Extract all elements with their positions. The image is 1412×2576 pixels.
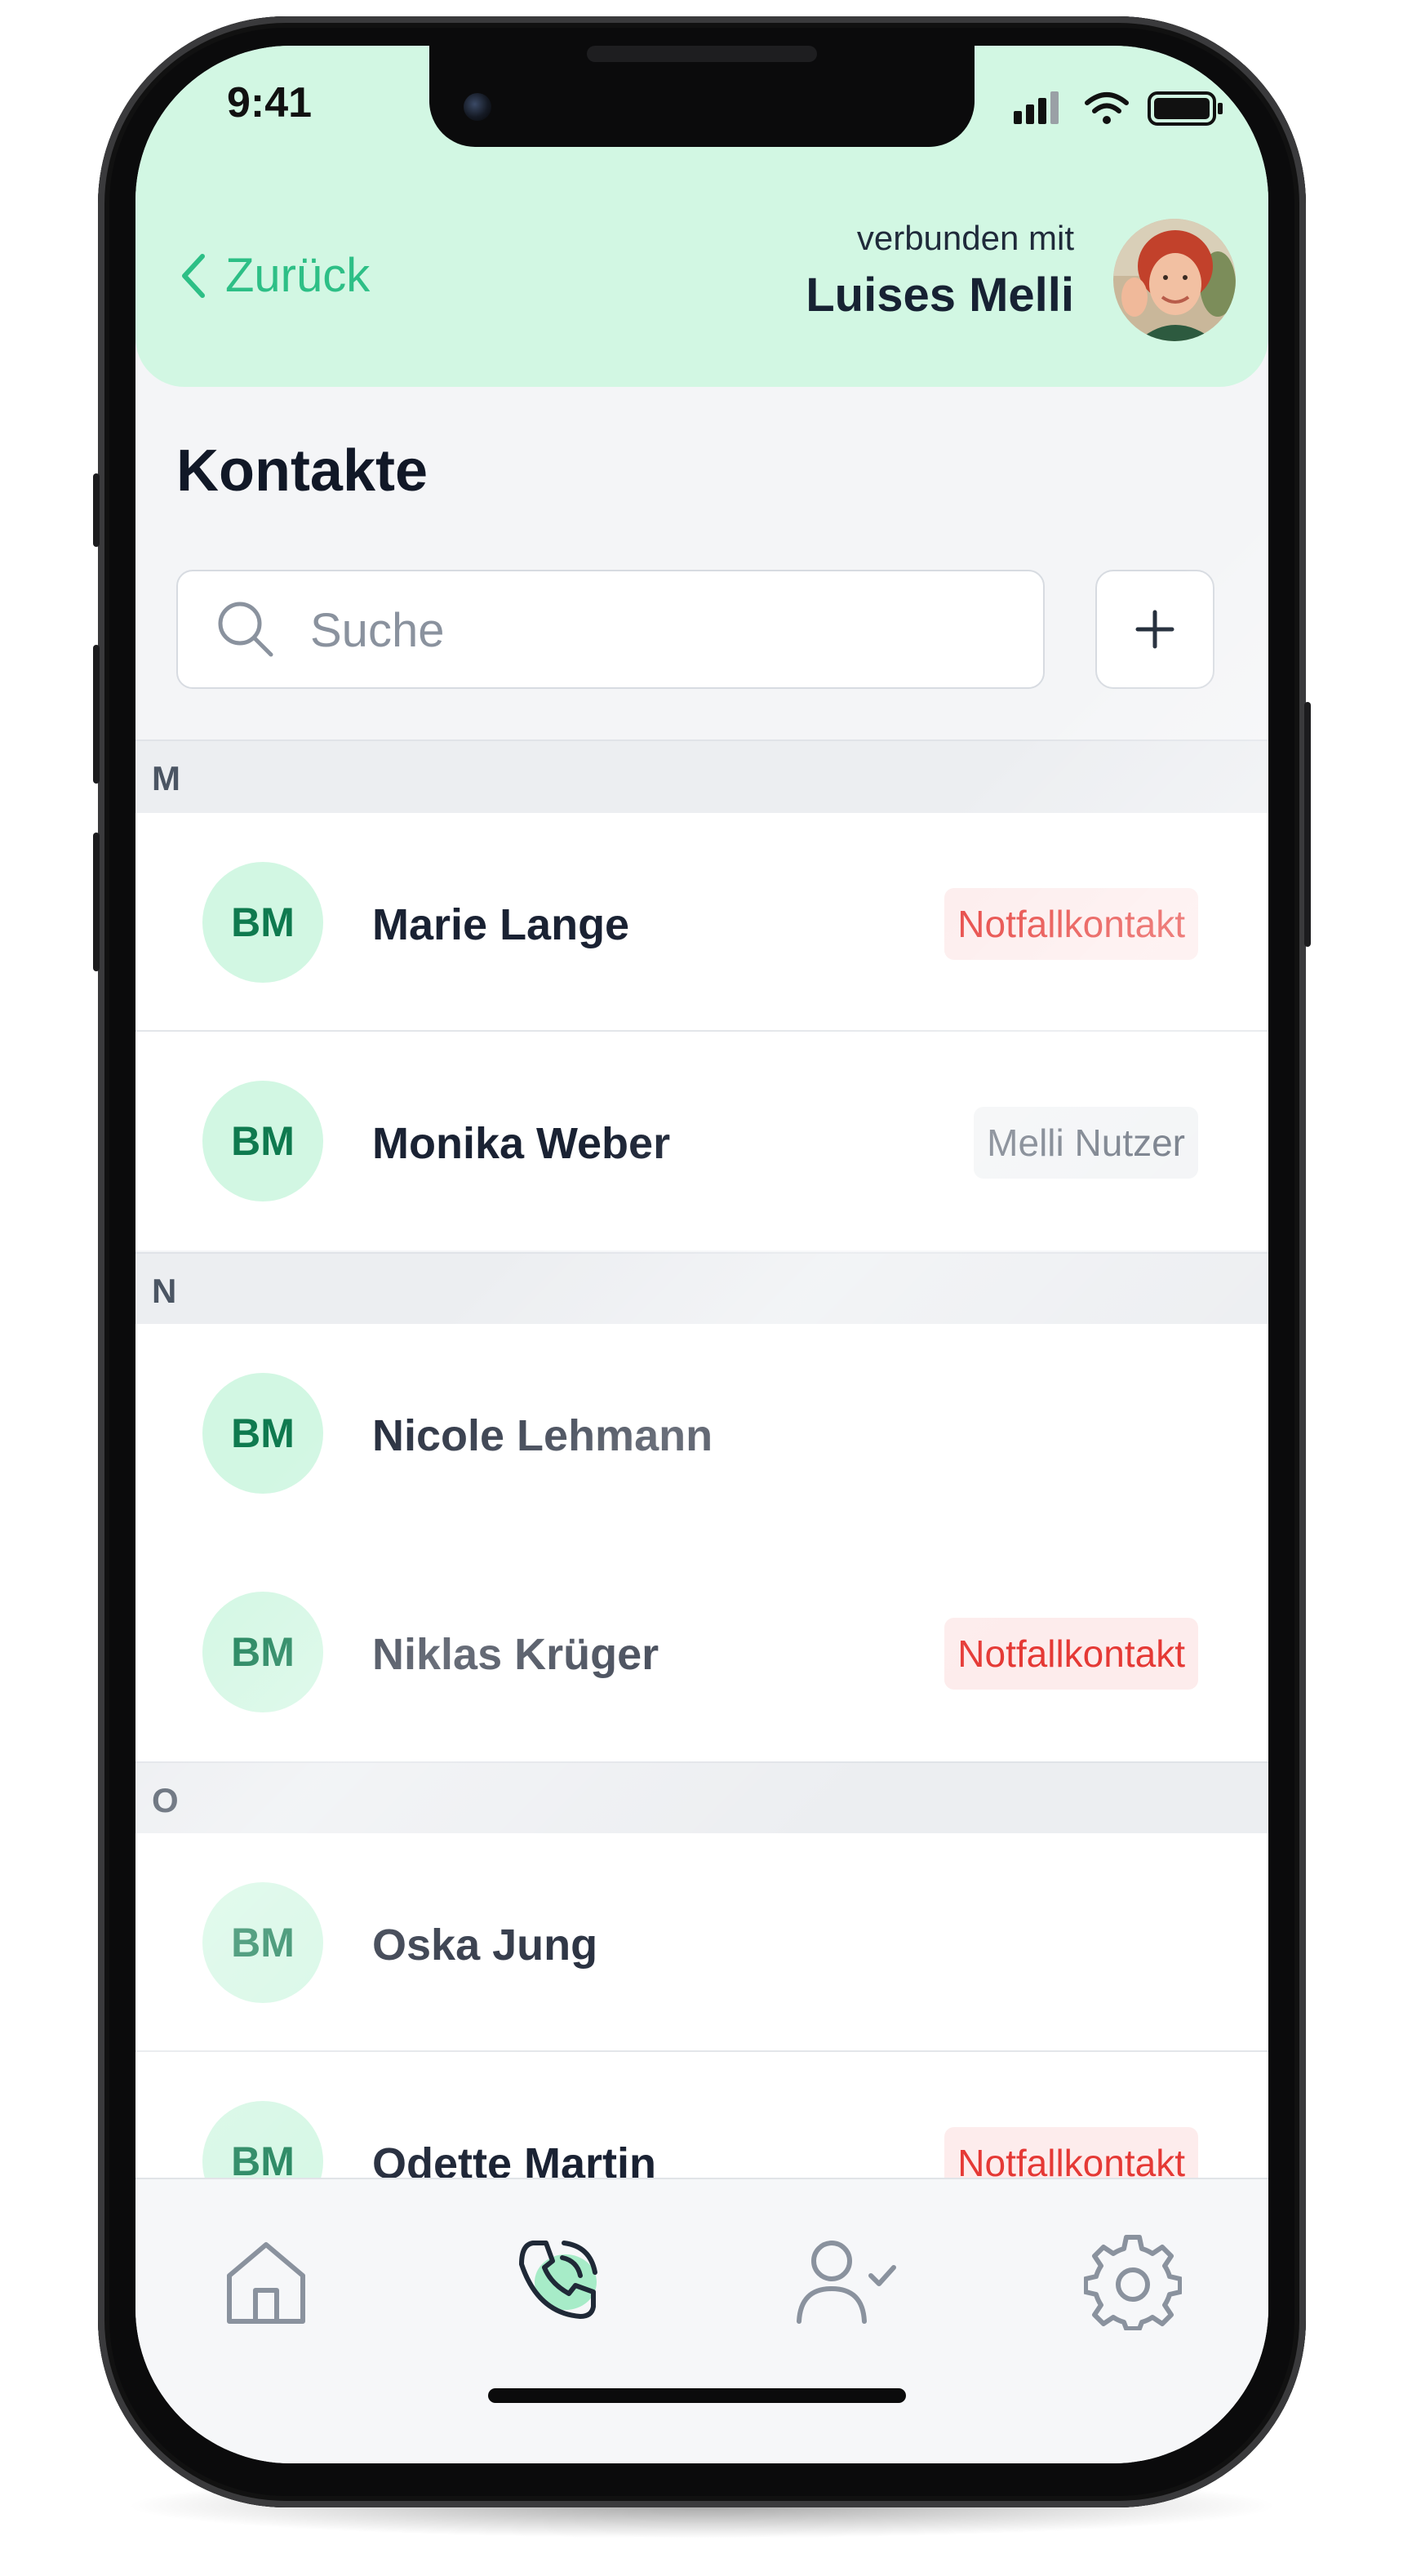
- section-letter: O: [152, 1781, 179, 1819]
- contact-avatar: BM: [202, 1373, 323, 1494]
- home-indicator[interactable]: [488, 2388, 906, 2403]
- section-letter: N: [152, 1272, 177, 1310]
- contact-avatar: BM: [202, 862, 323, 983]
- gear-icon: [1084, 2235, 1182, 2330]
- section-header-n: N: [135, 1252, 1268, 1326]
- notch: [429, 46, 975, 147]
- section-letter: M: [152, 759, 180, 797]
- tab-settings[interactable]: [1076, 2228, 1190, 2334]
- connected-name: Luises Melli: [806, 269, 1074, 322]
- avatar[interactable]: [1113, 219, 1236, 341]
- power-button: [1304, 702, 1311, 947]
- contact-avatar: BM: [202, 1081, 323, 1201]
- silent-switch: [93, 473, 100, 547]
- contact-name: Monika Weber: [372, 1119, 671, 1168]
- app-screen: 9:41 Zurück verbunden mit Luises Melli K…: [135, 46, 1268, 2463]
- contact-name: Niklas Krüger: [372, 1630, 659, 1679]
- contact-avatar: BM: [202, 1882, 323, 2003]
- profile-photo: [1113, 219, 1236, 341]
- chevron-left-icon: [182, 253, 205, 298]
- wifi-icon: [1085, 92, 1129, 124]
- tab-contacts-verified[interactable]: [788, 2228, 903, 2334]
- melli-user-badge: Melli Nutzer: [974, 1107, 1198, 1179]
- contact-row[interactable]: BM Marie Lange Notfallkontakt: [135, 813, 1268, 1032]
- back-button[interactable]: Zurück: [178, 248, 370, 303]
- contact-avatar: BM: [202, 1592, 323, 1712]
- contact-row[interactable]: BM Monika Weber Melli Nutzer: [135, 1032, 1268, 1250]
- tab-calls[interactable]: [501, 2228, 615, 2334]
- tab-home[interactable]: [209, 2228, 323, 2334]
- volume-up-button: [93, 645, 100, 784]
- emergency-badge: Notfallkontakt: [944, 888, 1198, 960]
- battery-icon: [1148, 91, 1223, 126]
- contact-row[interactable]: BM Niklas Krüger Notfallkontakt: [135, 1543, 1268, 1761]
- contact-row[interactable]: BM Oska Jung: [135, 1833, 1268, 2052]
- back-label: Zurück: [225, 249, 371, 302]
- contact-name: Marie Lange: [372, 900, 630, 949]
- volume-down-button: [93, 833, 100, 971]
- camera-icon: [464, 93, 491, 121]
- contact-row[interactable]: BM Nicole Lehmann: [135, 1324, 1268, 1543]
- status-indicators: [1014, 91, 1223, 126]
- section-header-m: M: [135, 739, 1268, 813]
- user-check-icon: [797, 2241, 896, 2324]
- section-header-o: O: [135, 1761, 1268, 1835]
- status-icons: [1014, 88, 1226, 127]
- signal-icon: [1014, 91, 1059, 124]
- contact-name: Nicole Lehmann: [372, 1411, 713, 1460]
- home-icon: [227, 2242, 305, 2324]
- tab-bar: [135, 2178, 1268, 2463]
- status-time: 9:41: [227, 79, 313, 127]
- contact-name: Oska Jung: [372, 1921, 598, 1970]
- connected-caption: verbunden mit: [856, 219, 1074, 257]
- emergency-badge: Notfallkontakt: [944, 1618, 1198, 1690]
- speaker-grille: [587, 46, 817, 62]
- phone-call-icon: [519, 2241, 597, 2319]
